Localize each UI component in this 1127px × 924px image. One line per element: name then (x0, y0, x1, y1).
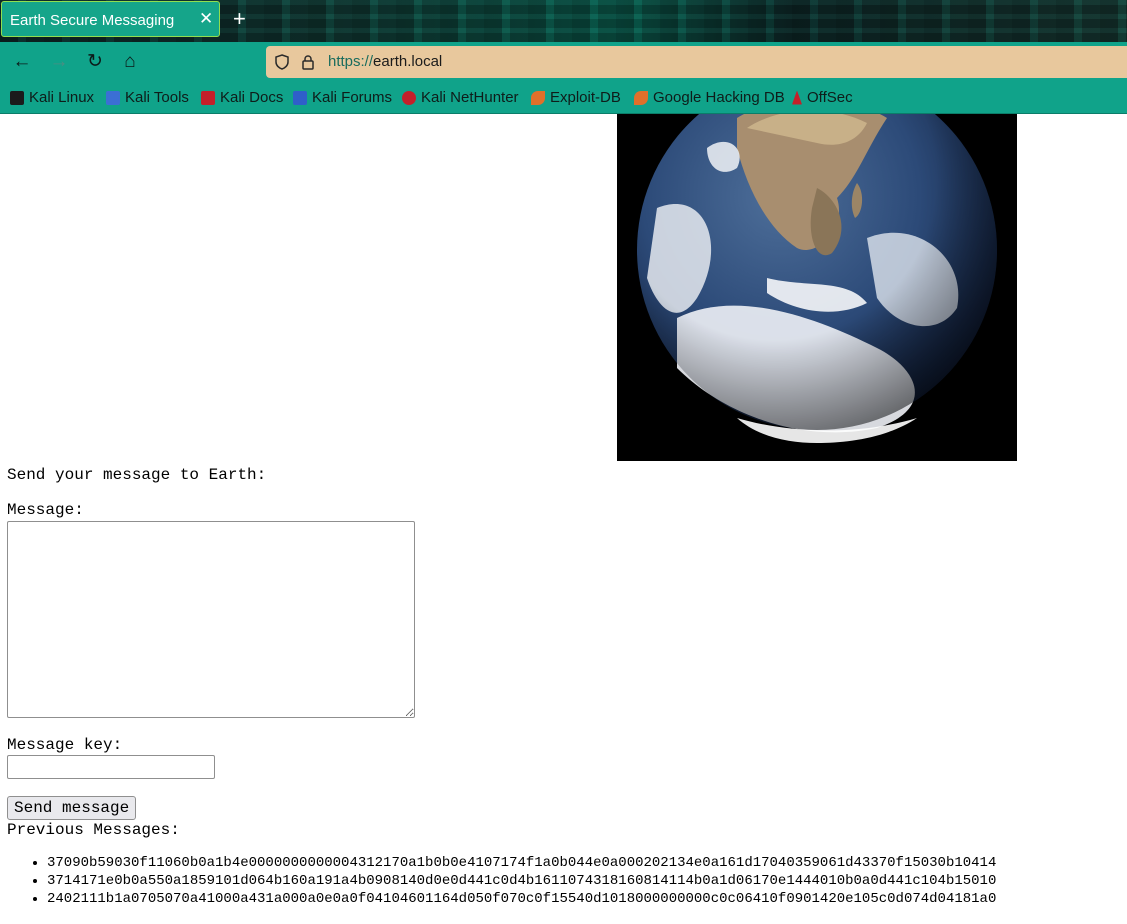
browser-tab-bar: Earth Secure Messaging ✕ + (0, 0, 1127, 42)
kali-tools-icon (106, 90, 120, 105)
message-textarea[interactable] (7, 521, 415, 718)
tab-earth-secure-messaging[interactable]: Earth Secure Messaging ✕ (1, 1, 220, 37)
back-arrow-icon[interactable]: ← (11, 51, 33, 73)
forward-arrow-icon[interactable]: → (48, 51, 70, 73)
bookmark-label: Exploit-DB (550, 89, 621, 106)
lock-icon[interactable] (300, 54, 316, 70)
previous-messages-heading: Previous Messages: (7, 821, 180, 839)
kali-forums-icon (293, 90, 307, 105)
kali-docs-icon (201, 90, 215, 105)
browser-nav-bar: ← → ↻ ⌂ https://earth.local (0, 42, 1127, 83)
bookmark-label: Kali Docs (220, 89, 284, 106)
bookmark-kali-forums[interactable]: Kali Forums (293, 89, 392, 106)
bookmark-google-hacking-db[interactable]: Google Hacking DB (634, 89, 785, 106)
bookmark-label: Kali NetHunter (421, 89, 519, 106)
earth-image (617, 114, 1017, 461)
bookmark-label: Kali Linux (29, 89, 95, 106)
url-text[interactable]: https://earth.local (328, 53, 442, 70)
url-host: earth.local (373, 53, 443, 70)
list-item: 3714171e0b0a550a1859101d064b160a191a4b09… (47, 872, 996, 890)
kali-nethunter-icon (402, 90, 416, 105)
page-content: Send your message to Earth: Message: Mes… (0, 114, 1127, 924)
message-key-label: Message key: (7, 736, 123, 754)
bookmark-label: Kali Forums (312, 89, 393, 106)
send-prompt-text: Send your message to Earth: (7, 466, 267, 484)
list-item: 2402111b1a0705070a41000a431a000a0e0a0f04… (47, 890, 996, 908)
bookmark-offsec[interactable]: OffSec (792, 89, 853, 106)
google-hacking-db-icon (634, 90, 648, 105)
bookmarks-bar: Kali Linux Kali Tools Kali Docs Kali For… (0, 83, 1127, 114)
previous-messages-list: 37090b59030f11060b0a1b4e0000000000004312… (0, 854, 996, 908)
shield-icon[interactable] (274, 54, 290, 70)
bookmark-kali-docs[interactable]: Kali Docs (201, 89, 283, 106)
url-protocol: https:// (328, 53, 374, 70)
send-message-button[interactable]: Send message (7, 796, 137, 820)
bookmark-kali-tools[interactable]: Kali Tools (106, 89, 189, 106)
message-key-input[interactable] (7, 755, 215, 779)
new-tab-icon[interactable]: + (233, 8, 246, 30)
reload-icon[interactable]: ↻ (84, 51, 106, 73)
url-bar[interactable]: https://earth.local (266, 46, 1127, 78)
home-icon[interactable]: ⌂ (119, 51, 141, 73)
bookmark-label: OffSec (807, 89, 853, 106)
earth-globe-graphic (637, 114, 997, 443)
close-tab-icon[interactable]: ✕ (199, 10, 213, 27)
kali-dragon-icon (10, 90, 24, 105)
bookmark-label: Google Hacking DB (653, 89, 785, 106)
bookmark-kali-nethunter[interactable]: Kali NetHunter (402, 89, 519, 106)
tab-title: Earth Secure Messaging (10, 12, 175, 29)
bookmark-exploit-db[interactable]: Exploit-DB (531, 89, 621, 106)
message-label: Message: (7, 501, 84, 519)
bookmark-kali-linux[interactable]: Kali Linux (10, 89, 94, 106)
list-item: 37090b59030f11060b0a1b4e0000000000004312… (47, 854, 996, 872)
offsec-icon (792, 90, 802, 105)
exploit-db-icon (531, 90, 545, 105)
bookmark-label: Kali Tools (125, 89, 189, 106)
